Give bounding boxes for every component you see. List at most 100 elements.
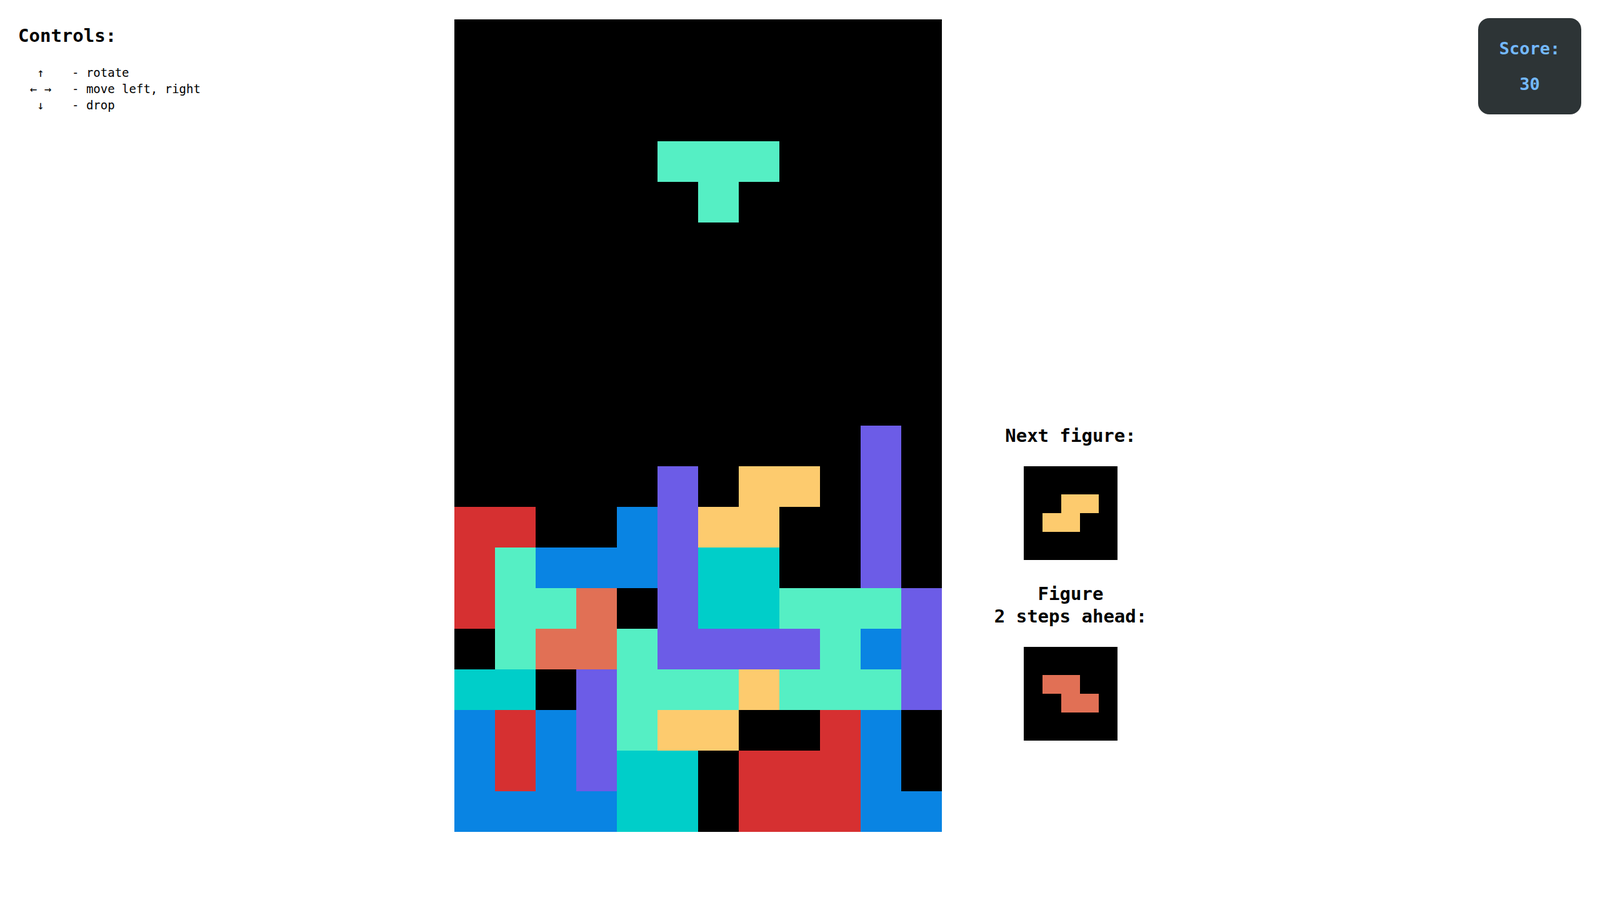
board-cell — [454, 222, 495, 264]
board-cell — [657, 222, 699, 264]
controls-list: ↑- rotate← →- move left, right↓- drop — [18, 65, 455, 113]
board-cell — [576, 141, 617, 182]
board-cell — [738, 506, 780, 548]
board-cell — [495, 60, 536, 101]
board-cell — [738, 344, 780, 385]
tetris-page: Controls:↑- rotate← →- move left, right↓… — [0, 0, 1600, 900]
board-cell — [779, 588, 820, 629]
control-key: ← → — [20, 81, 61, 97]
board-cell — [495, 100, 536, 142]
board-cell — [535, 60, 577, 101]
game-board — [454, 19, 942, 832]
preview-cell — [1042, 513, 1062, 532]
board-cell — [535, 222, 577, 264]
board-cell — [535, 588, 577, 629]
board-cell — [657, 710, 699, 751]
control-action: - move left, right — [71, 81, 455, 97]
board-cell — [616, 344, 658, 385]
board-cell — [738, 222, 780, 264]
board-cell — [576, 669, 617, 710]
controls-panel: Controls:↑- rotate← →- move left, right↓… — [0, 0, 455, 113]
preview-label: Figure2 steps ahead: — [994, 582, 1147, 628]
board-cell — [698, 628, 739, 670]
board-cell — [698, 60, 739, 101]
board-cell — [616, 385, 658, 426]
board-cell — [860, 60, 902, 101]
preview-cell — [1042, 693, 1062, 713]
board-cell — [535, 710, 577, 751]
preview-cell — [1061, 675, 1080, 694]
active-piece-cell — [698, 141, 739, 182]
board-cell — [495, 344, 536, 385]
board-cell — [535, 791, 577, 832]
board-cell — [657, 588, 699, 629]
board-cell — [535, 506, 577, 548]
board-cell — [820, 425, 861, 467]
board-cell — [454, 628, 495, 670]
preview-cell — [1080, 513, 1099, 532]
board-cell — [535, 19, 577, 60]
board-cell — [820, 344, 861, 385]
board-cell — [738, 588, 780, 629]
board-cell — [616, 100, 658, 142]
score-box: Score:30 — [1478, 18, 1582, 115]
board-cell — [454, 344, 495, 385]
board-cell — [901, 710, 942, 751]
preview-cell — [1080, 693, 1099, 713]
board-cell — [860, 385, 902, 426]
board-cell — [576, 750, 617, 792]
board-cell — [657, 19, 699, 60]
board-cell — [779, 750, 820, 792]
board-cell — [576, 547, 617, 589]
board-cell — [901, 750, 942, 792]
board-cell — [576, 506, 617, 548]
board-cell — [820, 60, 861, 101]
board-cell — [901, 60, 942, 101]
board-cell — [779, 628, 820, 670]
board-cell — [576, 588, 617, 629]
board-cell — [616, 750, 658, 792]
board-cell — [901, 222, 942, 264]
board-cell — [535, 141, 577, 182]
preview-cell — [1061, 513, 1080, 532]
board-cell — [901, 791, 942, 832]
board-cell — [657, 60, 699, 101]
board-cell — [779, 547, 820, 589]
board-cell — [454, 669, 495, 710]
board-cell — [820, 506, 861, 548]
board-cell — [698, 669, 739, 710]
board-cell — [901, 100, 942, 142]
board-cell — [860, 141, 902, 182]
board-cell — [901, 547, 942, 589]
board-cell — [738, 385, 780, 426]
board-cell — [576, 385, 617, 426]
board-cell — [698, 222, 739, 264]
board-cell — [738, 669, 780, 710]
board-cell — [657, 791, 699, 832]
board-cell — [738, 791, 780, 832]
board-cell — [454, 425, 495, 467]
board-cell — [495, 791, 536, 832]
board-cell — [657, 263, 699, 304]
board-cell — [820, 19, 861, 60]
board-cell — [454, 60, 495, 101]
board-cell — [820, 303, 861, 345]
board-cell — [698, 344, 739, 385]
board-cell — [535, 385, 577, 426]
board-cell — [454, 263, 495, 304]
board-cell — [901, 263, 942, 304]
board-cell — [454, 710, 495, 751]
board-cell — [860, 263, 902, 304]
board-cell — [698, 710, 739, 751]
board-cell — [860, 506, 902, 548]
board-cell — [779, 222, 820, 264]
board-cell — [616, 791, 658, 832]
preview-cell — [1042, 675, 1062, 694]
preview-cell — [1042, 494, 1062, 514]
control-action: - rotate — [71, 65, 455, 80]
board-cell — [698, 506, 739, 548]
board-cell — [495, 19, 536, 60]
board-cell — [779, 385, 820, 426]
board-cell — [738, 19, 780, 60]
board-cell — [657, 100, 699, 142]
